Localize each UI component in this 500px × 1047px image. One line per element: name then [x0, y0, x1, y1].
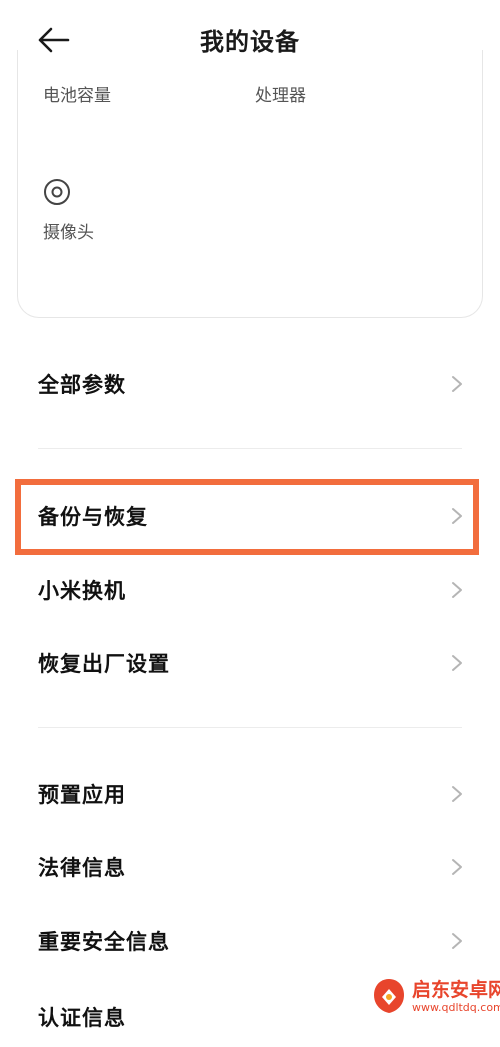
- menu-item-legal-info[interactable]: 法律信息: [0, 837, 500, 897]
- spec-camera-label: 摄像头: [43, 223, 94, 243]
- chevron-right-icon: [452, 859, 462, 875]
- menu-item-label: 全部参数: [38, 373, 126, 397]
- spec-processor-label: 处理器: [255, 86, 306, 106]
- chevron-right-icon: [452, 786, 462, 802]
- section-divider: [38, 727, 462, 728]
- menu-item-factory-reset[interactable]: 恢复出厂设置: [0, 633, 500, 693]
- chevron-right-icon: [452, 655, 462, 671]
- chevron-right-icon: [452, 582, 462, 598]
- menu-item-label: 恢复出厂设置: [38, 652, 170, 676]
- highlight-annotation-box: [15, 479, 479, 555]
- menu-item-label: 预置应用: [38, 783, 126, 807]
- section-divider: [38, 448, 462, 449]
- watermark-title: 启东安卓网: [412, 979, 500, 1001]
- camera-icon: [44, 179, 70, 205]
- chevron-right-icon: [452, 933, 462, 949]
- menu-item-label: 认证信息: [38, 1006, 126, 1030]
- menu-item-label: 重要安全信息: [38, 930, 170, 954]
- chevron-right-icon: [452, 376, 462, 392]
- menu-item-label: 小米换机: [38, 579, 126, 603]
- menu-item-preinstalled-apps[interactable]: 预置应用: [0, 764, 500, 824]
- menu-item-safety-info[interactable]: 重要安全信息: [0, 911, 500, 971]
- menu-item-all-params[interactable]: 全部参数: [0, 354, 500, 414]
- menu-item-label: 法律信息: [38, 856, 126, 880]
- spec-battery-label: 电池容量: [43, 86, 111, 106]
- watermark-url: www.qdltdq.com: [412, 1001, 500, 1014]
- watermark-logo-icon: [374, 979, 404, 1013]
- site-watermark: 启东安卓网 www.qdltdq.com: [372, 975, 500, 1017]
- device-spec-card: 电池容量 处理器 摄像头: [17, 50, 483, 318]
- menu-item-mi-mover[interactable]: 小米换机: [0, 560, 500, 620]
